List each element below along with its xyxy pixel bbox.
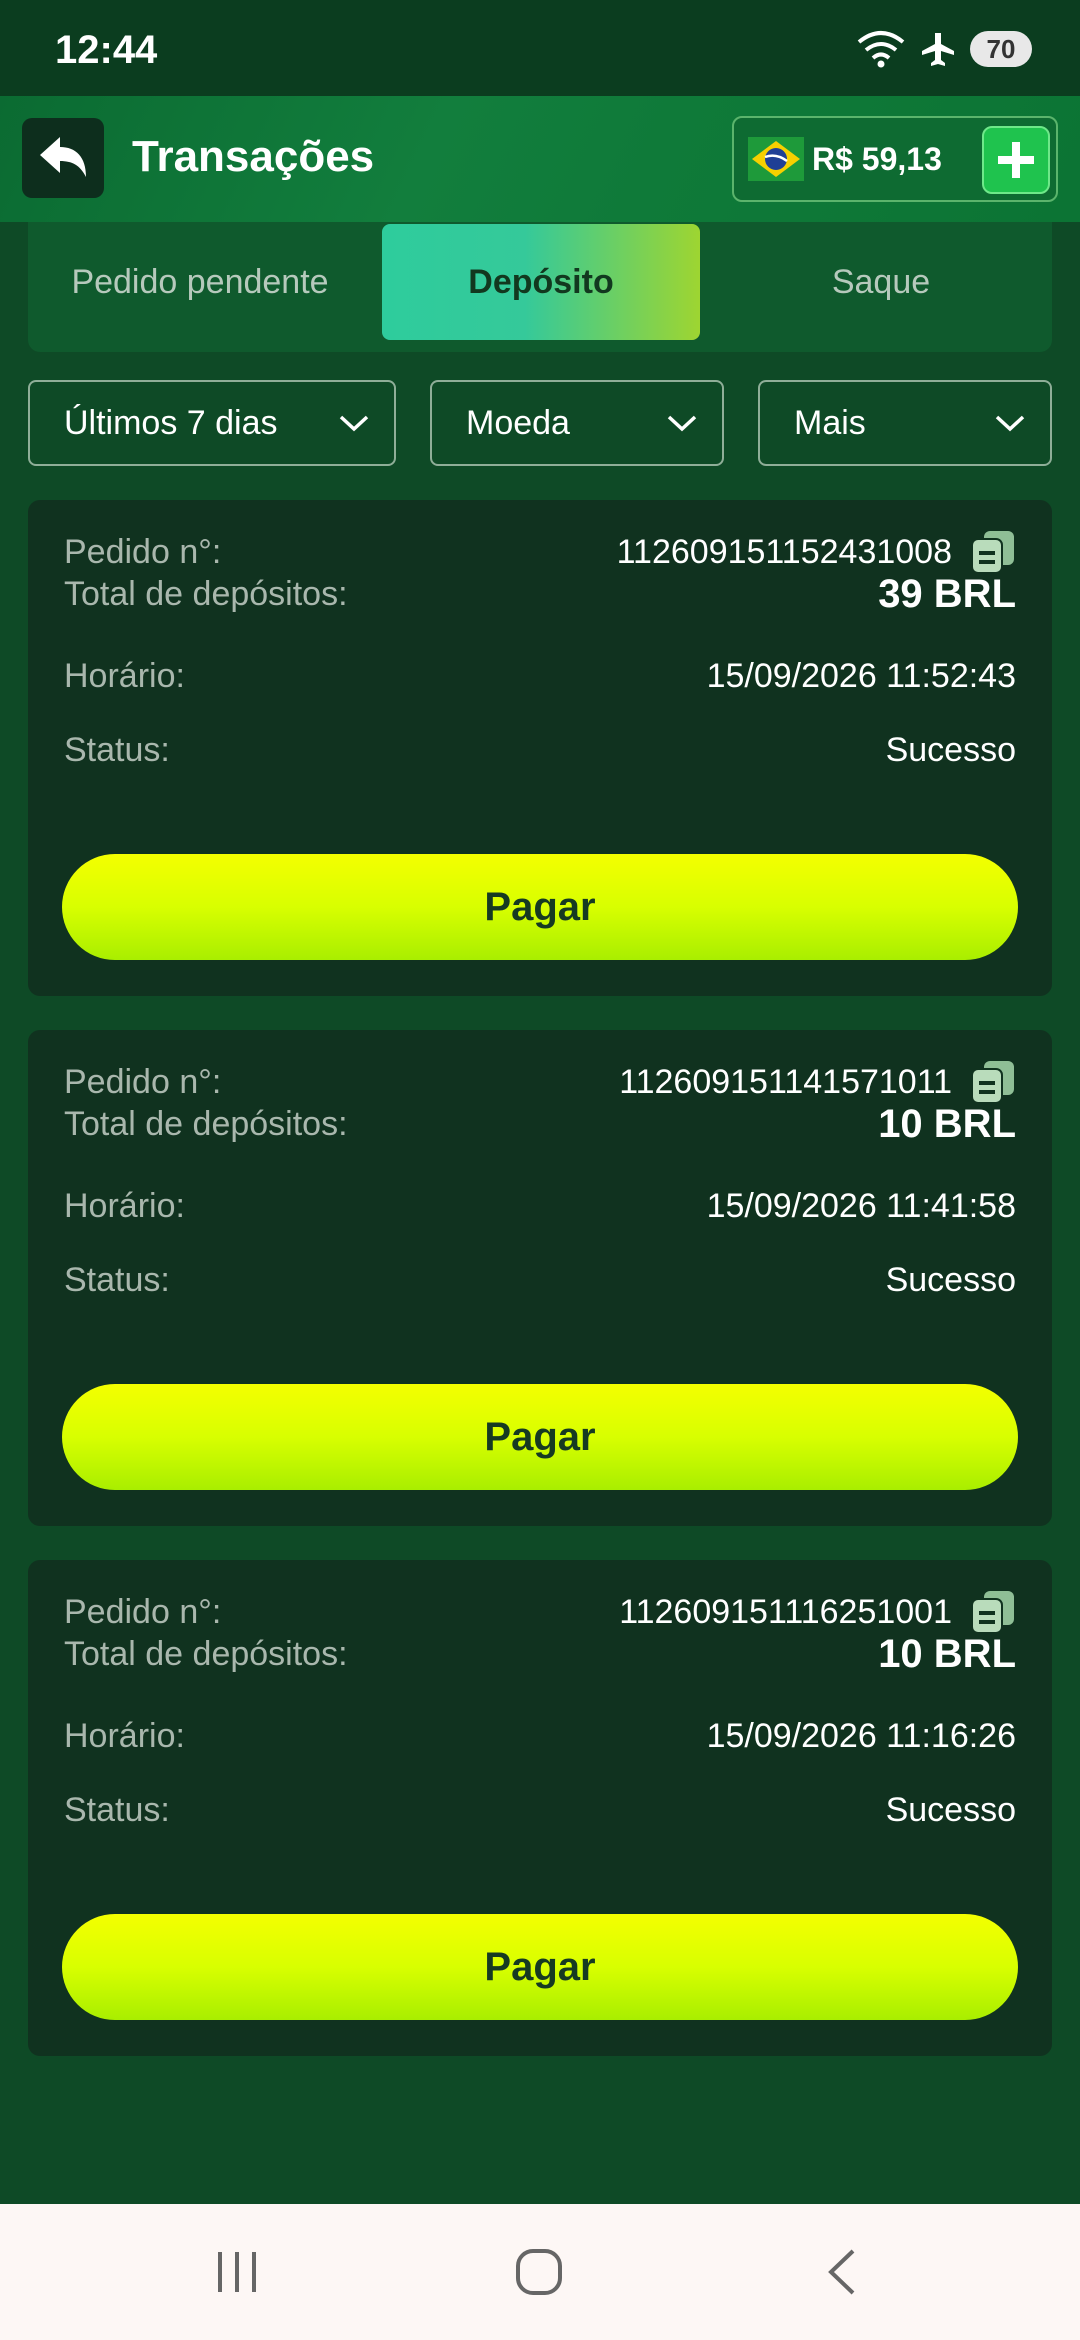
pay-button[interactable]: Pagar bbox=[62, 1914, 1018, 2020]
time-row: Horário: 15/09/2026 11:16:26 bbox=[64, 1706, 1016, 1766]
chevron-down-icon bbox=[667, 415, 697, 432]
transaction-tabs: Pedido pendente Depósito Saque bbox=[28, 222, 1052, 352]
status-label: Status: bbox=[64, 730, 170, 769]
balance-value: R$ 59,13 bbox=[812, 140, 942, 177]
battery-icon: 70 bbox=[970, 31, 1032, 67]
header: Transações R$ 59,13 bbox=[0, 96, 1080, 222]
tab-pedido-pendente[interactable]: Pedido pendente bbox=[28, 224, 372, 340]
tab-deposito[interactable]: Depósito bbox=[382, 224, 700, 340]
home-button[interactable] bbox=[504, 2240, 574, 2304]
wifi-icon bbox=[857, 31, 905, 68]
back-button[interactable] bbox=[22, 118, 104, 198]
total-label: Total de depósitos: bbox=[64, 574, 348, 613]
time-row: Horário: 15/09/2026 11:41:58 bbox=[64, 1176, 1016, 1236]
balance-widget[interactable]: R$ 59,13 bbox=[732, 116, 1058, 202]
total-value: 10 BRL bbox=[878, 1631, 1016, 1676]
total-value: 10 BRL bbox=[878, 1101, 1016, 1146]
pay-button[interactable]: Pagar bbox=[62, 1384, 1018, 1490]
status-row: Status: Sucesso bbox=[64, 720, 1016, 780]
time-label: Horário: bbox=[64, 1716, 185, 1755]
status-bar: 12:44 70 bbox=[0, 0, 1080, 96]
back-arrow-icon bbox=[40, 137, 86, 177]
time-value: 15/09/2026 11:16:26 bbox=[706, 1716, 1016, 1755]
more-filter-label: Mais bbox=[794, 403, 866, 442]
total-row: Total de depósitos: 10 BRL bbox=[64, 1094, 1016, 1154]
total-row: Total de depósitos: 10 BRL bbox=[64, 1624, 1016, 1684]
time-label: Horário: bbox=[64, 1186, 185, 1225]
time-value: 15/09/2026 11:52:43 bbox=[706, 656, 1016, 695]
battery-level: 70 bbox=[986, 33, 1016, 64]
status-row: Status: Sucesso bbox=[64, 1250, 1016, 1310]
time-value: 15/09/2026 11:41:58 bbox=[706, 1186, 1016, 1225]
recent-apps-button[interactable] bbox=[202, 2240, 272, 2304]
transaction-card: Pedido n°: 112609151141571011 Total de d… bbox=[28, 1030, 1052, 1526]
currency-filter-dropdown[interactable]: Moeda bbox=[430, 380, 724, 466]
status-time: 12:44 bbox=[55, 28, 158, 72]
airplane-icon bbox=[922, 33, 954, 66]
pay-button[interactable]: Pagar bbox=[62, 854, 1018, 960]
brazil-flag-icon bbox=[748, 137, 804, 181]
back-icon bbox=[828, 2249, 855, 2295]
total-row: Total de depósitos: 39 BRL bbox=[64, 564, 1016, 624]
period-filter-dropdown[interactable]: Últimos 7 dias bbox=[28, 380, 396, 466]
total-label: Total de depósitos: bbox=[64, 1634, 348, 1673]
system-nav-bar bbox=[0, 2204, 1080, 2340]
status-label: Status: bbox=[64, 1260, 170, 1299]
status-value: Sucesso bbox=[885, 1790, 1016, 1829]
status-label: Status: bbox=[64, 1790, 170, 1829]
screen: 12:44 70 Transações R$ 59,13 Pedido pend… bbox=[0, 0, 1080, 2340]
page-title: Transações bbox=[132, 132, 375, 181]
time-row: Horário: 15/09/2026 11:52:43 bbox=[64, 646, 1016, 706]
recent-apps-icon bbox=[218, 2252, 256, 2292]
add-funds-button[interactable] bbox=[982, 126, 1050, 194]
status-row: Status: Sucesso bbox=[64, 1780, 1016, 1840]
total-value: 39 BRL bbox=[878, 571, 1016, 616]
plus-icon bbox=[998, 142, 1034, 178]
time-label: Horário: bbox=[64, 656, 185, 695]
home-icon bbox=[516, 2249, 562, 2295]
status-icons: 70 bbox=[856, 30, 1032, 68]
more-filter-dropdown[interactable]: Mais bbox=[758, 380, 1052, 466]
status-value: Sucesso bbox=[885, 1260, 1016, 1299]
period-filter-label: Últimos 7 dias bbox=[64, 403, 278, 442]
chevron-down-icon bbox=[339, 415, 369, 432]
transaction-card: Pedido n°: 112609151116251001 Total de d… bbox=[28, 1560, 1052, 2056]
status-value: Sucesso bbox=[885, 730, 1016, 769]
tab-saque[interactable]: Saque bbox=[710, 224, 1052, 340]
currency-filter-label: Moeda bbox=[466, 403, 570, 442]
chevron-down-icon bbox=[995, 415, 1025, 432]
nav-back-button[interactable] bbox=[806, 2240, 876, 2304]
transaction-card: Pedido n°: 112609151152431008 Total de d… bbox=[28, 500, 1052, 996]
total-label: Total de depósitos: bbox=[64, 1104, 348, 1143]
